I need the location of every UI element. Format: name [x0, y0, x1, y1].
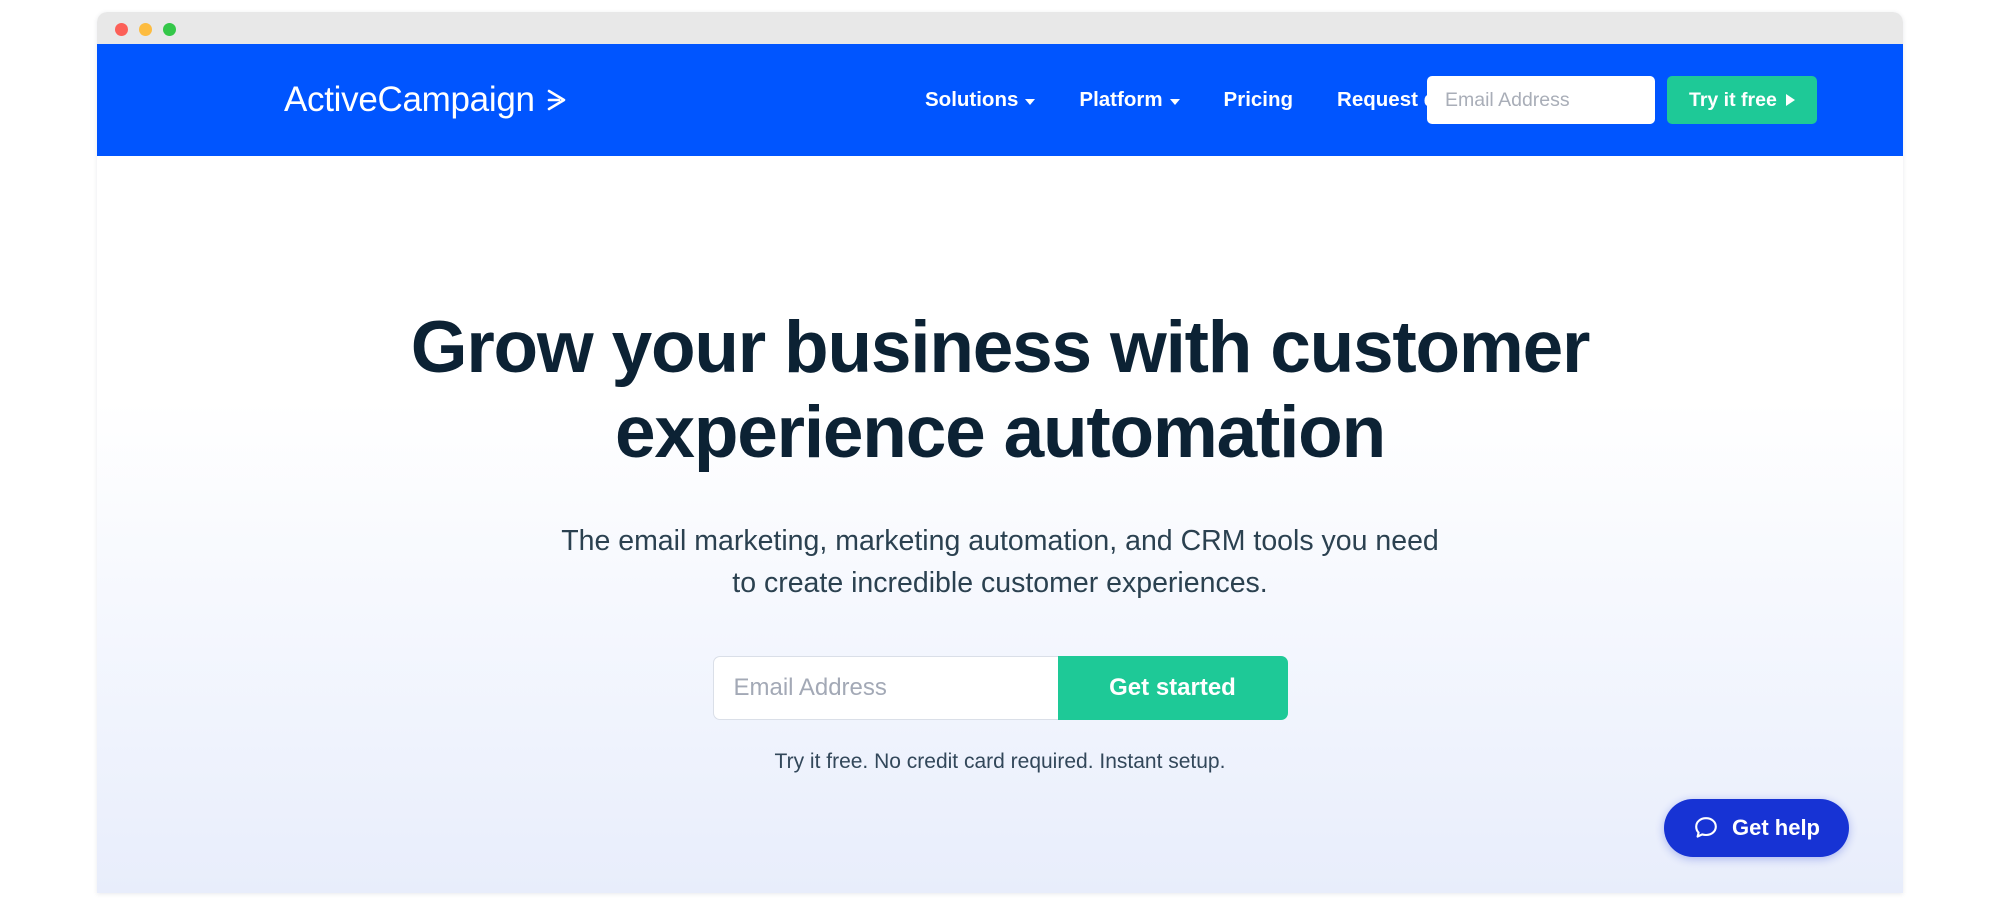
hero-subheadline: The email marketing, marketing automatio… [561, 525, 1439, 599]
logo-wordmark: ActiveCampaign [284, 80, 535, 119]
navbar-cta-label: Try it free [1689, 88, 1777, 111]
get-help-label: Get help [1731, 815, 1820, 840]
browser-window: ActiveCampaign Solutions Platform Pricin… [97, 12, 1903, 893]
navbar-links: Solutions Platform Pricing Request demo [903, 88, 1500, 112]
maximize-window-button[interactable] [163, 23, 176, 36]
browser-titlebar [97, 12, 1903, 44]
window-controls [115, 23, 176, 36]
nav-item-label: Solutions [925, 88, 1019, 111]
nav-item-pricing[interactable]: Pricing [1202, 88, 1316, 112]
page-viewport: ActiveCampaign Solutions Platform Pricin… [97, 44, 1903, 893]
play-triangle-icon [1785, 94, 1795, 106]
navbar-email-input[interactable] [1427, 76, 1655, 124]
get-help-widget-button[interactable]: Get help [1663, 799, 1849, 857]
chevron-down-icon [1169, 98, 1180, 105]
hero-disclaimer: Try it free. No credit card required. In… [774, 749, 1226, 773]
chat-bubble-icon [1695, 817, 1717, 838]
hero-section: Grow your business with customer experie… [97, 156, 1903, 774]
chevron-right-arrow-icon [547, 89, 565, 111]
nav-item-solutions[interactable]: Solutions [903, 88, 1057, 112]
minimize-window-button[interactable] [139, 23, 152, 36]
chevron-down-icon [1025, 98, 1036, 105]
hero-get-started-button[interactable]: Get started [1057, 655, 1288, 720]
nav-item-label: Platform [1079, 88, 1163, 111]
navbar-try-it-free-button[interactable]: Try it free [1667, 76, 1817, 124]
close-window-button[interactable] [115, 23, 128, 36]
screenshot-stage: ActiveCampaign Solutions Platform Pricin… [0, 0, 1999, 903]
site-navbar: ActiveCampaign Solutions Platform Pricin… [97, 44, 1903, 156]
hero-email-input[interactable] [712, 655, 1058, 720]
hero-signup-form: Get started [97, 604, 1903, 720]
nav-item-platform[interactable]: Platform [1057, 88, 1201, 112]
nav-item-label: Pricing [1223, 88, 1294, 111]
activecampaign-logo[interactable]: ActiveCampaign [284, 80, 569, 120]
hero-headline: Grow your business with customer experie… [410, 307, 1591, 473]
